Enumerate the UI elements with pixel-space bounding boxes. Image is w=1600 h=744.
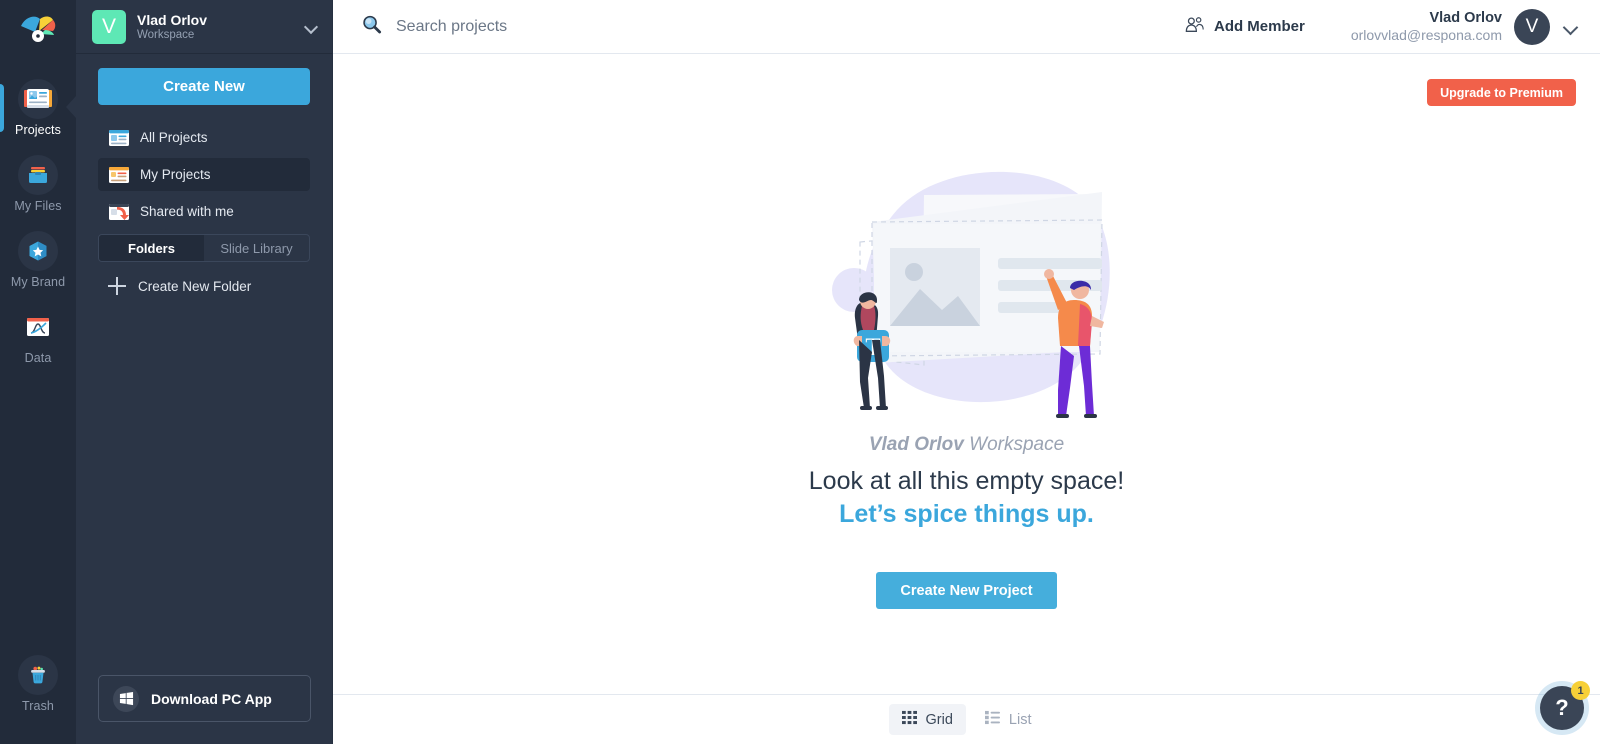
- sidebar: V Vlad Orlov Workspace Create New All Pr…: [76, 0, 333, 744]
- user-name: Vlad Orlov: [1429, 10, 1502, 26]
- my-files-icon: [18, 155, 58, 195]
- download-pc-app-button[interactable]: Download PC App: [98, 675, 311, 722]
- data-icon: [18, 307, 58, 347]
- chevron-down-icon[interactable]: [304, 20, 318, 34]
- shared-with-me-icon: [108, 203, 129, 220]
- grid-view-icon: [901, 710, 917, 729]
- content-area: Upgrade to Premium T Vlad Orlov Workspac…: [333, 54, 1600, 694]
- chevron-down-icon[interactable]: [1562, 19, 1578, 35]
- add-member-button[interactable]: Add Member: [1185, 16, 1305, 38]
- rail-item-trash-inner[interactable]: Trash: [0, 646, 76, 722]
- plus-icon: [108, 277, 126, 295]
- rail-item-label: Data: [24, 351, 52, 365]
- rail-item-projects[interactable]: Projects: [0, 70, 76, 146]
- search-input[interactable]: [396, 17, 816, 36]
- rail-item-label: My Files: [14, 199, 62, 213]
- folders-slides-segmented: Folders Slide Library: [98, 234, 310, 262]
- help-glyph: ?: [1555, 695, 1569, 720]
- rail-item-my-files[interactable]: My Files: [0, 146, 76, 222]
- rail-item-label: Trash: [22, 699, 54, 713]
- download-pc-app-label: Download PC App: [151, 690, 272, 707]
- workspace-switcher[interactable]: V Vlad Orlov Workspace: [76, 0, 332, 54]
- rail-item-trash[interactable]: Trash: [0, 646, 76, 722]
- rail-item-label: Projects: [15, 123, 61, 137]
- app-root: Projects My Files My Brand Data Trash V …: [0, 0, 1600, 744]
- empty-state-workspace: Vlad Orlov Workspace: [869, 434, 1064, 456]
- create-new-project-button[interactable]: Create New Project: [876, 572, 1057, 609]
- sidebar-body: Create New All Projects My Projects Shar…: [76, 54, 332, 304]
- view-toggle-bar: Grid List: [333, 694, 1600, 744]
- create-new-button[interactable]: Create New: [98, 68, 310, 105]
- add-member-icon: [1185, 16, 1205, 38]
- view-option-label: Grid: [925, 711, 953, 728]
- icon-rail: Projects My Files My Brand Data Trash: [0, 0, 76, 744]
- empty-projects-illustration: T: [802, 150, 1132, 430]
- rail-item-label: My Brand: [10, 275, 66, 289]
- create-new-folder-button[interactable]: Create New Folder: [98, 268, 310, 304]
- sidebar-item-all-projects[interactable]: All Projects: [98, 121, 310, 154]
- sidebar-item-label: My Projects: [140, 167, 211, 182]
- add-member-label: Add Member: [1213, 18, 1305, 35]
- rail-item-data[interactable]: Data: [0, 298, 76, 374]
- user-texts: Vlad Orlov orlovvlad@respona.com: [1351, 10, 1502, 43]
- segment-folders[interactable]: Folders: [99, 235, 204, 261]
- projects-icon: [18, 79, 58, 119]
- rail-item-my-brand[interactable]: My Brand: [0, 222, 76, 298]
- list-view-icon: [984, 710, 1000, 729]
- segment-slide-library[interactable]: Slide Library: [204, 235, 309, 261]
- sidebar-item-label: All Projects: [140, 130, 208, 145]
- help-badge: 1: [1571, 681, 1590, 700]
- view-option-grid[interactable]: Grid: [888, 704, 966, 735]
- avatar: V: [1514, 8, 1550, 45]
- view-option-list[interactable]: List: [972, 704, 1045, 735]
- help-icon[interactable]: ? 1: [1540, 681, 1590, 730]
- sidebar-item-label: Shared with me: [140, 204, 234, 219]
- empty-state-subheadline: Let’s spice things up.: [839, 500, 1094, 528]
- empty-state-workspace-suffix: Workspace: [963, 434, 1065, 455]
- user-email: orlovvlad@respona.com: [1350, 27, 1502, 43]
- view-option-label: List: [1008, 711, 1032, 728]
- sidebar-item-shared-with-me[interactable]: Shared with me: [98, 195, 310, 228]
- sidebar-item-my-projects[interactable]: My Projects: [98, 158, 310, 191]
- search-icon: [361, 14, 382, 40]
- my-projects-icon: [108, 166, 129, 183]
- app-logo-icon[interactable]: [15, 10, 61, 52]
- my-brand-icon: [18, 231, 58, 271]
- windows-icon: [113, 685, 139, 712]
- user-menu[interactable]: Vlad Orlov orlovvlad@respona.com V: [1351, 8, 1578, 45]
- main-area: Add Member Vlad Orlov orlovvlad@respona.…: [333, 0, 1600, 744]
- workspace-texts: Vlad Orlov Workspace: [137, 12, 293, 41]
- workspace-name: Vlad Orlov: [137, 12, 208, 28]
- upgrade-to-premium-button[interactable]: Upgrade to Premium: [1427, 79, 1576, 106]
- search-area: [361, 14, 1185, 40]
- rail-items: Projects My Files My Brand Data: [0, 70, 76, 374]
- empty-state: T Vlad Orlov Workspace Look at all this …: [333, 150, 1600, 609]
- trash-icon: [18, 655, 58, 695]
- workspace-subtitle: Workspace: [137, 29, 195, 41]
- workspace-avatar: V: [92, 9, 126, 44]
- empty-state-headline: Look at all this empty space!: [808, 467, 1125, 495]
- create-new-folder-label: Create New Folder: [138, 278, 252, 294]
- top-bar: Add Member Vlad Orlov orlovvlad@respona.…: [333, 0, 1600, 54]
- empty-state-workspace-name: Vlad Orlov: [868, 434, 964, 455]
- all-projects-icon: [108, 129, 129, 146]
